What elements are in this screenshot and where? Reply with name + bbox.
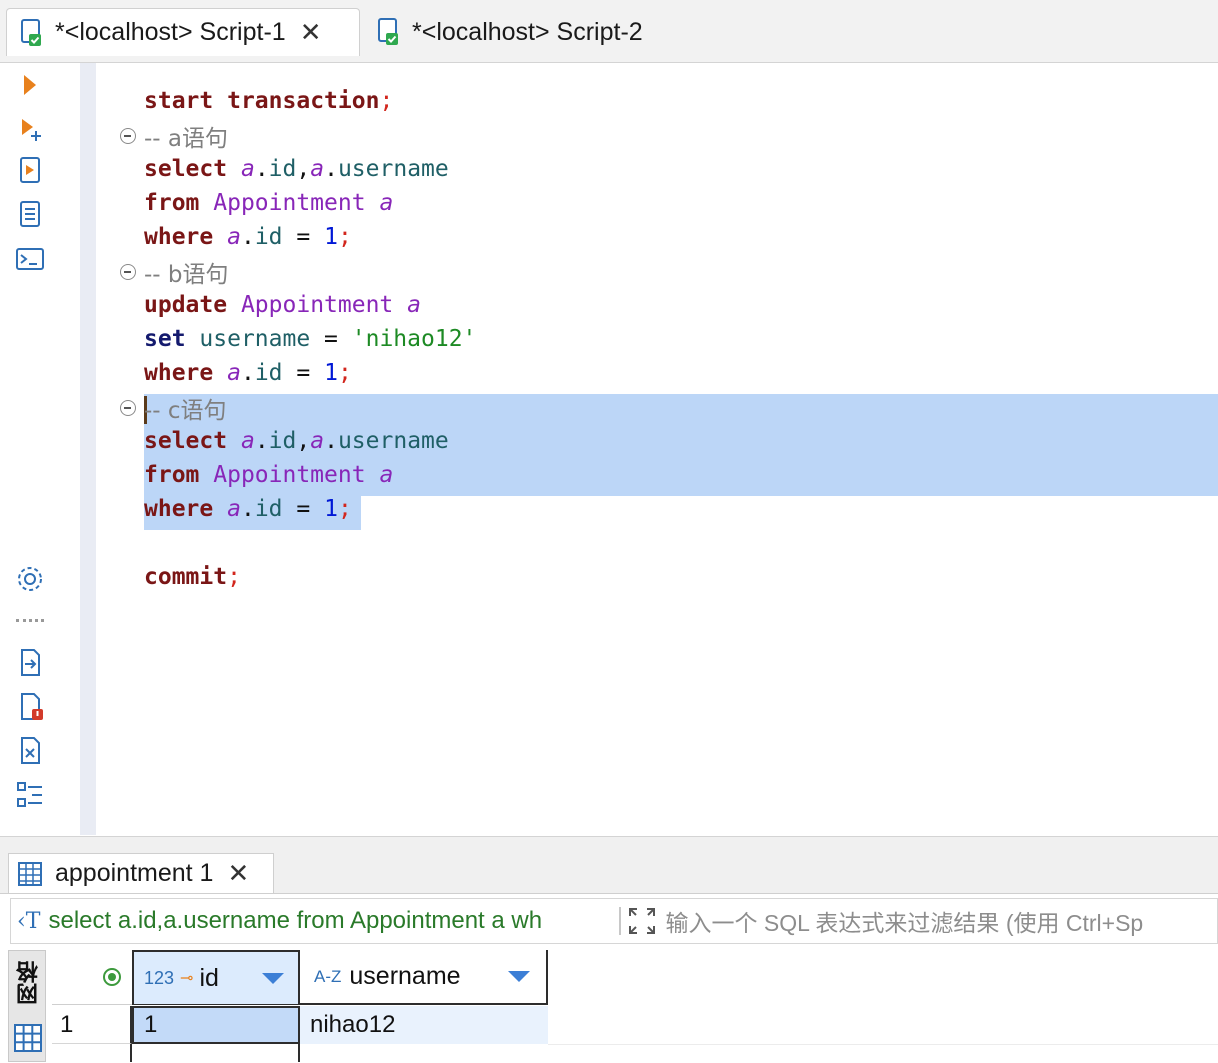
tab-label: *<localhost> Script-2 xyxy=(412,17,643,46)
settings-gear-icon[interactable] xyxy=(14,563,46,595)
code-line-where-2: where a.id = 1; xyxy=(144,360,352,386)
results-tab-bar: appointment 1 ✕ xyxy=(0,836,1218,894)
variables-icon[interactable] xyxy=(14,735,46,767)
editor-ruler xyxy=(80,63,96,835)
results-grid: 123 ⊸ id A-Z username 1 1 nihao12 xyxy=(52,950,1218,1063)
code-line-where-1: where a.id = 1; xyxy=(144,224,352,250)
export-icon[interactable] xyxy=(14,647,46,679)
code-line-1: start transaction; xyxy=(144,88,394,114)
grid-empty-area xyxy=(548,1044,1218,1063)
result-tab-label: appointment 1 xyxy=(55,859,214,887)
close-tab-icon[interactable]: ✕ xyxy=(227,858,249,889)
tab-result-appointment[interactable]: appointment 1 ✕ xyxy=(8,853,274,893)
code-line-select-1: select a.id,a.username xyxy=(144,156,449,182)
editor-side-toolbar xyxy=(0,63,80,835)
tab-label: *<localhost> Script-1 xyxy=(55,18,286,46)
column-name: username xyxy=(349,962,461,990)
execute-in-new-tab-icon[interactable] xyxy=(14,113,46,145)
primary-key-icon: ⊸ xyxy=(180,970,194,987)
editor-tab-bar: *<localhost> Script-1 ✕ *<localhost> Scr… xyxy=(0,0,1218,63)
fold-toggle-icon[interactable] xyxy=(120,264,136,280)
column-name: id xyxy=(199,963,219,992)
code-comment-a: -- a语句 xyxy=(144,126,229,152)
code-line-select-2: select a.id,a.username xyxy=(144,428,449,454)
record-status-icon xyxy=(103,968,121,986)
code-line-update: update Appointment a xyxy=(144,292,421,318)
script-document-icon[interactable] xyxy=(14,199,46,231)
query-text: select a.id,a.username from Appointment … xyxy=(48,907,543,934)
expand-icon[interactable] xyxy=(627,906,657,936)
table-grid-icon xyxy=(18,861,42,886)
fold-toggle-icon[interactable] xyxy=(120,400,136,416)
filter-input[interactable]: 输入一个 SQL 表达式来过滤结果 (使用 Ctrl+Sp xyxy=(665,904,1143,938)
text-query-icon: ‹T xyxy=(17,908,41,934)
result-filter-bar: ‹T select a.id,a.username from Appointme… xyxy=(10,898,1218,944)
sort-dropdown-icon[interactable] xyxy=(262,972,284,984)
folding-gutter xyxy=(96,63,140,835)
cell-id[interactable]: 1 xyxy=(132,1006,300,1044)
sort-dropdown-icon[interactable] xyxy=(508,971,530,982)
script-file-icon xyxy=(17,18,47,48)
grid-tab-label: 网格 xyxy=(16,961,41,1005)
execute-statement-icon[interactable] xyxy=(14,69,46,101)
grid-line xyxy=(298,1044,300,1062)
grid-icon xyxy=(14,1024,42,1052)
tab-script-2[interactable]: *<localhost> Script-2 xyxy=(364,8,694,56)
code-line-set: set username = 'nihao12' xyxy=(144,326,477,352)
close-tab-icon[interactable]: ✕ xyxy=(300,17,322,48)
cell-username[interactable]: nihao12 xyxy=(300,1006,548,1044)
outline-icon[interactable] xyxy=(14,779,46,811)
grid-line xyxy=(130,1044,132,1062)
column-header-id[interactable]: 123 ⊸ id xyxy=(132,950,300,1005)
column-type-label: A-Z xyxy=(314,966,342,986)
error-log-icon[interactable] xyxy=(14,691,46,723)
code-line-from-2: from Appointment a xyxy=(144,462,394,488)
toolbar-separator xyxy=(16,619,44,626)
code-line-where-3: where a.id = 1; xyxy=(144,496,352,522)
tab-script-1[interactable]: *<localhost> Script-1 ✕ xyxy=(6,8,360,56)
terminal-icon[interactable] xyxy=(14,243,46,275)
column-type-label: 123 xyxy=(144,967,175,988)
code-line-commit: commit; xyxy=(144,564,241,590)
row-number[interactable]: 1 xyxy=(52,1006,132,1044)
code-comment-b: -- b语句 xyxy=(144,262,229,288)
fold-toggle-icon[interactable] xyxy=(120,128,136,144)
column-header-username[interactable]: A-Z username xyxy=(300,950,548,1005)
script-file-icon xyxy=(374,17,404,47)
code-comment-c: -- c语句 xyxy=(144,398,227,424)
sql-editor[interactable]: start transaction; -- a语句 select a.id,a.… xyxy=(144,63,1218,835)
execute-script-icon[interactable] xyxy=(14,155,46,187)
divider xyxy=(619,907,622,935)
grid-view-tab[interactable]: 网格 xyxy=(8,950,46,1062)
code-line-from-1: from Appointment a xyxy=(144,190,394,216)
row-number-header xyxy=(52,950,132,1005)
